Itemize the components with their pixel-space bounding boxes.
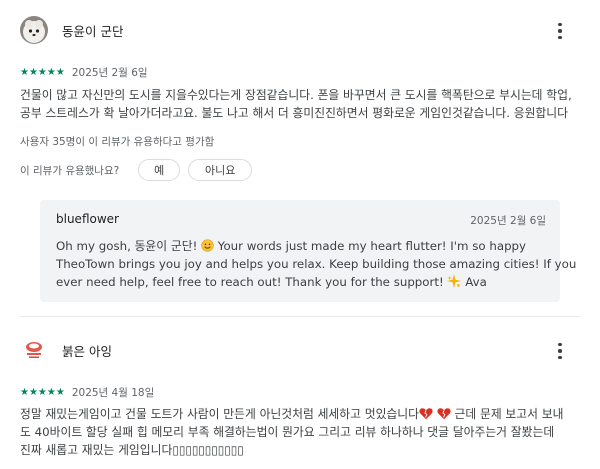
- review-text: 건물이 많고 자신만의 도시를 지을수있다는게 장점같습니다. 폰을 바꾸면서 …: [20, 86, 585, 122]
- helpful-question: 이 리뷰가 유용했나요?: [20, 164, 120, 177]
- rating-row: ★★★★★ 2025년 4월 18일: [20, 385, 154, 399]
- reply-text: Oh my gosh, 동윤이 군단! Your words just made…: [56, 237, 577, 291]
- review-1-header: 동윤이 군단: [20, 12, 123, 48]
- sparkle-emoji-icon: [447, 274, 462, 288]
- helpful-no-button[interactable]: 아니요: [188, 159, 253, 181]
- review-text-line: 도 40바이트 할당 실패 힙 메모리 부족 해결하는법이 뭔가요 그리고 리뷰…: [20, 425, 555, 439]
- rating-row: ★★★★★ 2025년 2월 6일: [20, 65, 148, 79]
- review-date: 2025년 2월 6일: [71, 66, 148, 79]
- review-2-header: 붉은 아잉: [20, 332, 112, 368]
- review-text: 정말 재밌는게임이고 건물 도트가 사람이 만든게 아닌것처럼 세세하고 멋있습…: [20, 405, 585, 459]
- more-options-icon[interactable]: [550, 20, 570, 42]
- review-divider: [20, 316, 580, 317]
- helpful-count: 사용자 35명이 이 리뷰가 유용하다고 평가함: [20, 136, 215, 148]
- broken-heart-emoji-icon: [419, 408, 433, 420]
- helpful-row: 이 리뷰가 유용했나요? 예 아니요: [20, 159, 253, 181]
- reply-text-line: TheoTown brings you joy and helps you re…: [56, 257, 577, 271]
- review-author: 동윤이 군단: [62, 23, 124, 39]
- reply-date: 2025년 2월 6일: [470, 215, 546, 227]
- review-author: 붉은 아잉: [62, 343, 112, 359]
- broken-heart-emoji-icon: [437, 408, 451, 420]
- more-options-icon[interactable]: [550, 340, 570, 362]
- developer-reply: blueflower 2025년 2월 6일 Oh my gosh, 동윤이 군…: [40, 200, 577, 302]
- review-text-line: 공부 스트레스가 확 날아가더라고요. 불도 나고 해서 더 흥미진진하면서 평…: [20, 106, 568, 120]
- helpful-yes-button[interactable]: 예: [138, 159, 181, 181]
- reply-text-segment: Your words just made my heart flutter! I…: [214, 239, 527, 253]
- reply-author: blueflower: [56, 212, 119, 226]
- review-text-line: 건물이 많고 자신만의 도시를 지을수있다는게 장점같습니다. 폰을 바꾸면서 …: [20, 88, 572, 102]
- reply-text-segment: Oh my gosh, 동윤이 군단!: [56, 239, 202, 253]
- avatar: [20, 16, 48, 44]
- review-date: 2025년 4월 18일: [71, 386, 155, 399]
- review-text-line: 진짜 새롭고 재밌는 게임입니다▯▯▯▯▯▯▯▯▯▯▯: [20, 443, 244, 457]
- star-rating: ★★★★★: [20, 386, 65, 398]
- review-text-segment: 정말 재밌는게임이고 건물 도트가 사람이 만든게 아닌것처럼 세세하고 멋있습…: [20, 407, 420, 421]
- avatar: [20, 336, 48, 364]
- reply-text-segment: ever need help, feel free to reach out! …: [56, 275, 448, 289]
- review-text-segment: 근데 문제 보고서 보내: [450, 407, 564, 421]
- reply-text-segment: Ava: [461, 275, 487, 289]
- star-rating: ★★★★★: [20, 66, 65, 78]
- smiling-face-emoji-icon: [201, 239, 214, 252]
